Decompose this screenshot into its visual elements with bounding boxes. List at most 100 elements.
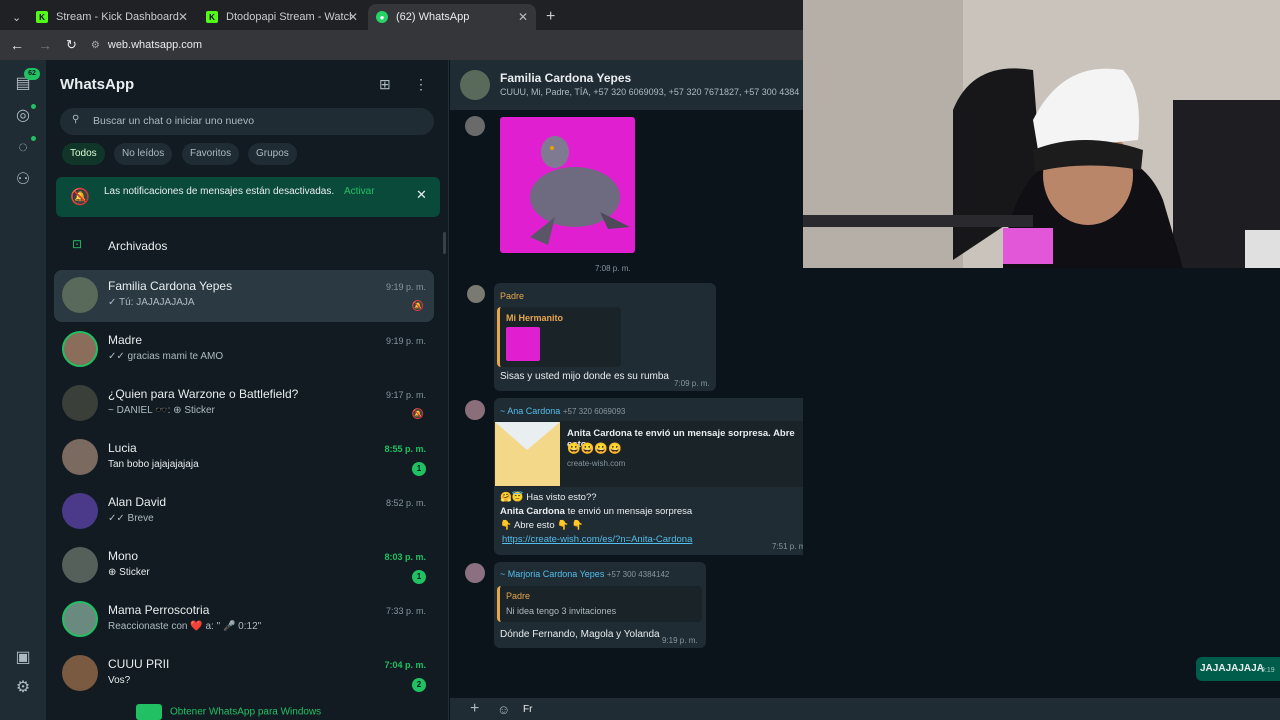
chat-last-message: Tan bobo jajajajajaja — [108, 459, 199, 470]
chat-time: 7:04 p. m. — [384, 660, 426, 670]
browser-tab-bar: ⌄ K Stream - Kick Dashboard ✕ K Dtodopap… — [0, 0, 803, 30]
avatar — [62, 277, 98, 313]
get-windows-app-link[interactable]: Obtener WhatsApp para Windows — [136, 704, 356, 720]
muted-icon: 🔕 — [411, 301, 424, 312]
back-icon[interactable]: ← — [10, 37, 24, 53]
sender-phone: +57 320 6069093 — [562, 407, 626, 416]
scrollbar[interactable] — [443, 232, 446, 254]
chat-row-madre[interactable]: Madre ✓✓ gracias mami te AMO 9:19 p. m. — [54, 324, 434, 376]
pigeon-sticker[interactable] — [500, 117, 635, 253]
search-box[interactable]: ⚲ Buscar un chat o iniciar uno nuevo — [60, 108, 434, 135]
menu-icon[interactable]: ⋮ — [414, 76, 428, 93]
message-input[interactable]: Fr — [523, 704, 532, 715]
close-icon[interactable]: ✕ — [178, 10, 188, 24]
notice-text: Las notificaciones de mensajes están des… — [104, 186, 335, 197]
chat-name: Alan David — [108, 495, 167, 509]
chat-time: 9:19 p. m. — [385, 282, 426, 292]
tab-kick-dashboard[interactable]: K Stream - Kick Dashboard ✕ — [28, 4, 196, 30]
media-icon[interactable]: ▣ — [13, 648, 33, 668]
conversation-header[interactable]: Familia Cardona Yepes CUUU, Mi, Padre, T… — [450, 60, 803, 110]
chat-last-message: ✓ Tú: JAJAJAJAJA — [108, 297, 195, 308]
link-emojis: 😀😀😀😀 — [567, 443, 622, 455]
status-dot — [31, 104, 36, 109]
envelope-thumbnail — [495, 422, 560, 486]
unread-badge: 2 — [412, 678, 426, 692]
tab-label: Stream - Kick Dashboard — [56, 11, 179, 23]
new-chat-icon[interactable]: ⊞ — [379, 76, 391, 93]
webcam-overlay — [803, 0, 1280, 268]
site-info-icon[interactable]: ⚙ — [91, 40, 100, 51]
message-bubble[interactable]: Padre Mi Hermanito Sisas y usted mijo do… — [494, 283, 716, 391]
bell-off-icon: 🔕 — [70, 189, 90, 206]
attach-icon[interactable]: + — [470, 700, 479, 718]
avatar — [62, 493, 98, 529]
search-input[interactable]: Buscar un chat o iniciar uno nuevo — [93, 115, 254, 127]
chat-row-familia[interactable]: Familia Cardona Yepes ✓ Tú: JAJAJAJAJA 9… — [54, 270, 434, 322]
chat-row-mama-perroscotria[interactable]: Mama Perroscotria Reaccionaste con ❤️ a:… — [54, 594, 434, 646]
forward-icon[interactable]: → — [38, 37, 52, 53]
tab-dtodopapi-stream[interactable]: K Dtodopapi Stream - Watch Live ✕ — [198, 4, 366, 30]
pigeon-image — [530, 136, 630, 245]
close-icon[interactable]: ✕ — [348, 10, 358, 24]
communities-icon[interactable]: ⚇ — [13, 170, 33, 190]
chat-name: CUUU PRII — [108, 657, 170, 671]
filter-favorites[interactable]: Favoritos — [182, 143, 240, 165]
sender-avatar — [465, 563, 485, 583]
archive-icon: ⊡ — [72, 237, 83, 251]
close-icon[interactable]: ✕ — [518, 10, 528, 24]
message-bubble[interactable]: ~ Ana Cardona +57 320 6069093 Anita Card… — [494, 398, 816, 555]
chat-time: 8:55 p. m. — [384, 444, 426, 454]
quoted-message[interactable]: Padre Ni idea tengo 3 invitaciones — [497, 586, 702, 622]
archived-row[interactable]: ⊡ Archivados — [54, 228, 434, 264]
channels-dot — [31, 136, 36, 141]
message-bubble[interactable]: ~ Marjoria Cardona Yepes +57 300 4384142… — [494, 562, 706, 648]
settings-icon[interactable]: ⚙ — [13, 678, 33, 698]
chat-row-mono[interactable]: Mono ⊕ Sticker 8:03 p. m. 1 — [54, 540, 434, 592]
chat-row-warzone[interactable]: ¿Quien para Warzone o Battlefield? ~ DAN… — [54, 378, 434, 430]
search-icon: ⚲ — [72, 114, 80, 125]
sender-avatar — [465, 400, 485, 420]
tab-whatsapp[interactable]: ● (62) WhatsApp ✕ — [368, 4, 536, 30]
chat-last-message: Vos? — [108, 675, 131, 686]
sender-name: ~ Marjoria Cardona Yepes — [500, 569, 605, 579]
channels-icon[interactable]: ◌ — [13, 138, 33, 158]
filter-all[interactable]: Todos — [62, 143, 105, 165]
notifications-banner: 🔕 Las notificaciones de mensajes están d… — [56, 177, 440, 217]
chat-time: 7:33 p. m. — [385, 606, 426, 616]
chat-name: ¿Quien para Warzone o Battlefield? — [108, 387, 299, 401]
chat-time: 9:19 p. m. — [385, 336, 426, 346]
url-field[interactable]: web.whatsapp.com — [108, 39, 202, 51]
nav-rail: ▤ 62 ◎ ◌ ⚇ ▣ ⚙ — [0, 60, 46, 720]
muted-icon: 🔕 — [411, 409, 424, 420]
tab-search-button[interactable]: ⌄ — [4, 4, 26, 30]
sender-name: ~ Ana Cardona — [500, 406, 561, 416]
conversation-members: CUUU, Mi, Padre, TÍA, +57 320 6069093, +… — [500, 87, 800, 97]
chat-last-message: ⊕ Sticker — [108, 567, 150, 578]
message-time: 7:08 p. m. — [595, 264, 631, 273]
chat-row-cuuu-prii[interactable]: CUUU PRII Vos? 7:04 p. m. 2 — [54, 648, 434, 700]
message-link[interactable]: https://create-wish.com/es/?n=Anita-Card… — [502, 534, 692, 545]
sender-name: Padre — [500, 291, 525, 301]
status-icon[interactable]: ◎ — [13, 106, 33, 126]
unread-badge: 1 — [412, 462, 426, 476]
activate-link[interactable]: Activar — [344, 186, 375, 197]
chat-row-alan[interactable]: Alan David ✓✓ Breve 8:52 p. m. — [54, 486, 434, 538]
filter-groups[interactable]: Grupos — [248, 143, 297, 165]
quoted-message[interactable]: Mi Hermanito — [497, 307, 621, 367]
message-time: 7:09 p. m. — [674, 379, 710, 388]
chat-name: Familia Cardona Yepes — [108, 279, 233, 293]
conversation-title: Familia Cardona Yepes — [500, 71, 632, 85]
chat-row-lucia[interactable]: Lucia Tan bobo jajajajajaja 8:55 p. m. 1 — [54, 432, 434, 484]
outgoing-bubble[interactable]: JAJAJAJAJA 9:19 — [1196, 657, 1280, 681]
filter-unread[interactable]: No leídos — [114, 143, 173, 165]
chat-name: Madre — [108, 333, 143, 347]
new-tab-button[interactable]: + — [538, 4, 558, 30]
close-icon[interactable]: ✕ — [416, 187, 427, 203]
reload-icon[interactable]: ↻ — [66, 37, 77, 53]
sticker-icon[interactable]: ☺ — [497, 702, 510, 717]
unread-badge: 62 — [24, 68, 40, 80]
message-area-extension: JAJAJAJAJA 9:19 — [803, 268, 1280, 720]
webcam-image — [803, 0, 1280, 268]
chat-last-message: ✓✓ Breve — [108, 513, 154, 524]
link-preview[interactable]: Anita Cardona te envió un mensaje sorpre… — [495, 421, 815, 487]
